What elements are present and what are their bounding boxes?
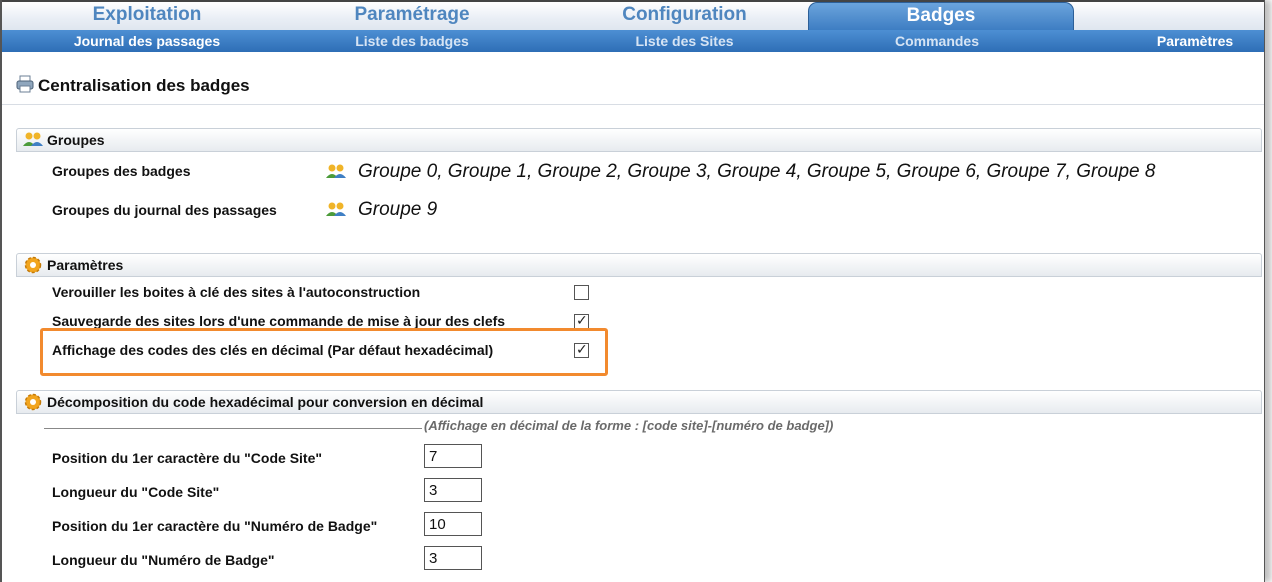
tab-configuration[interactable]: Configuration: [572, 2, 797, 30]
subnav-parametres[interactable]: Paramètres: [1132, 30, 1258, 52]
subnav-journal-des-passages[interactable]: Journal des passages: [42, 30, 252, 52]
decomposition-note: (Affichage en décimal de la forme : [cod…: [424, 418, 834, 433]
longueur-code-site-label: Longueur du "Code Site": [52, 484, 220, 500]
gear-icon: [23, 256, 43, 279]
position-code-site-label: Position du 1er caractère du "Code Site": [52, 450, 323, 466]
users-group-icon: [23, 131, 43, 152]
users-group-icon: [326, 163, 346, 184]
page-header: Centralisation des badges: [2, 70, 1264, 105]
option-affichage-decimal-label: Affichage des codes des clés en décimal …: [52, 342, 494, 358]
position-code-site-input[interactable]: 7: [424, 444, 482, 468]
section-parametres-title: Paramètres: [47, 257, 124, 273]
section-decomposition-header: Décomposition du code hexadécimal pour c…: [16, 390, 1262, 414]
users-group-icon: [326, 201, 346, 222]
gear-icon: [23, 393, 43, 416]
tab-exploitation[interactable]: Exploitation: [42, 2, 252, 30]
section-parametres-header: Paramètres: [16, 253, 1262, 277]
groupes-journal-label: Groupes du journal des passages: [52, 202, 277, 218]
section-groupes-header: Groupes: [16, 128, 1262, 152]
app-window: Exploitation Paramétrage Configuration B…: [0, 0, 1265, 582]
position-numero-badge-label: Position du 1er caractère du "Numéro de …: [52, 518, 378, 534]
tab-badges[interactable]: Badges: [808, 2, 1074, 31]
main-tab-bar: Exploitation Paramétrage Configuration B…: [2, 0, 1264, 31]
option-verrouiller-label: Verouiller les boites à clé des sites à …: [52, 284, 421, 300]
subnav-commandes[interactable]: Commandes: [832, 30, 1042, 52]
position-numero-badge-input[interactable]: 10: [424, 512, 482, 536]
divider: [44, 428, 422, 429]
checkmark-icon: ✓: [576, 312, 588, 328]
groupes-badges-label: Groupes des badges: [52, 163, 191, 179]
subnav-liste-des-sites[interactable]: Liste des Sites: [572, 30, 797, 52]
subnav-liste-des-badges[interactable]: Liste des badges: [307, 30, 517, 52]
option-sauvegarde-checkbox[interactable]: ✓: [574, 312, 589, 329]
longueur-numero-badge-input[interactable]: 3: [424, 546, 482, 570]
longueur-numero-badge-label: Longueur du "Numéro de Badge": [52, 552, 275, 568]
groupes-badges-value[interactable]: Groupe 0, Groupe 1, Groupe 2, Groupe 3, …: [358, 161, 1155, 183]
option-affichage-decimal-checkbox[interactable]: ✓: [574, 341, 589, 358]
page-title: Centralisation des badges: [38, 76, 250, 95]
option-sauvegarde-label: Sauvegarde des sites lors d'une commande…: [52, 313, 506, 329]
option-verrouiller-checkbox[interactable]: [574, 285, 589, 300]
sub-nav-bar: Journal des passages Liste des badges Li…: [2, 30, 1264, 52]
tab-parametrage[interactable]: Paramétrage: [307, 2, 517, 30]
groupes-journal-value[interactable]: Groupe 9: [358, 199, 437, 221]
section-groupes-title: Groupes: [47, 132, 105, 148]
longueur-code-site-input[interactable]: 3: [424, 478, 482, 502]
checkmark-icon: ✓: [576, 341, 588, 357]
section-decomposition-title: Décomposition du code hexadécimal pour c…: [47, 394, 484, 410]
printer-icon: [16, 75, 34, 98]
